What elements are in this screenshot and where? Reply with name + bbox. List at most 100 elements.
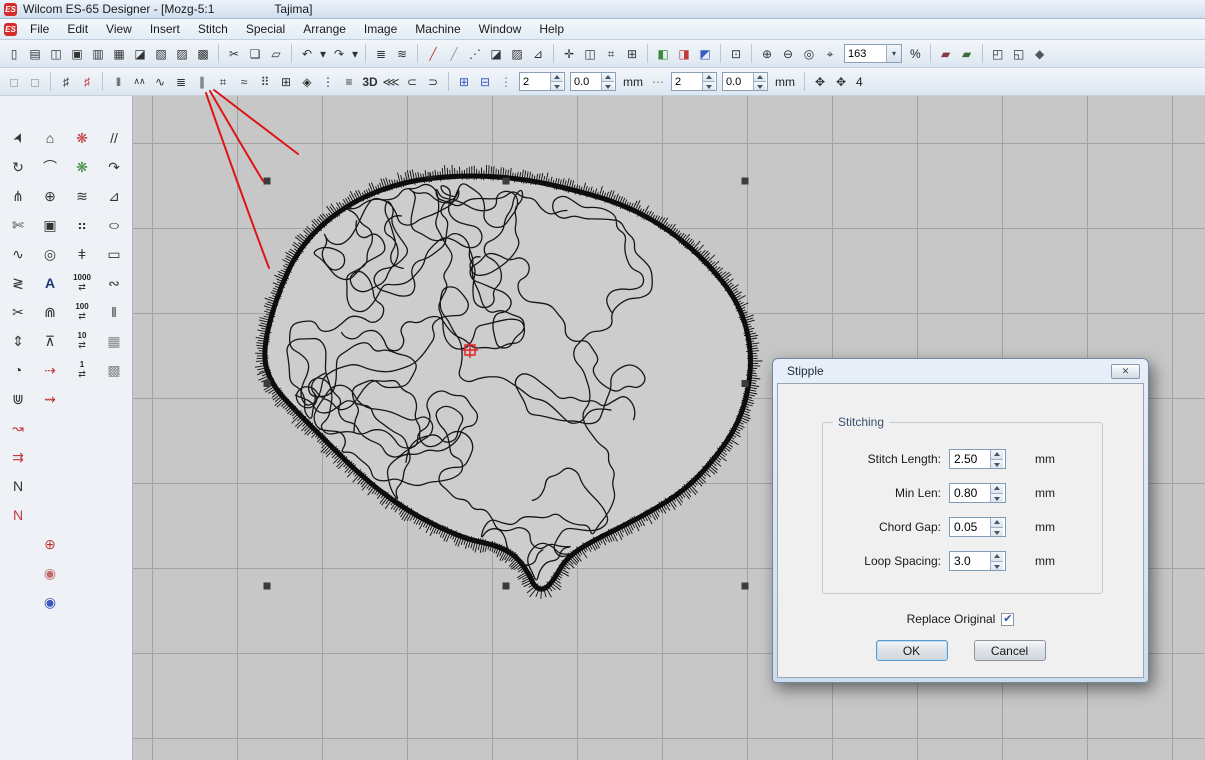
frame-next-icon[interactable]: ◻ [25, 71, 45, 92]
fill-white-icon[interactable]: ╱ [444, 43, 464, 64]
show-hoop-icon[interactable]: ◆ [1030, 43, 1050, 64]
loop-spacing-field-spin-down-icon[interactable] [991, 561, 1003, 571]
cut-icon[interactable]: ✂ [224, 43, 244, 64]
dots-digitize-tool[interactable]: ⠶ [66, 211, 98, 238]
menu-view[interactable]: View [97, 20, 141, 38]
fill-contour-icon[interactable]: ◪ [486, 43, 506, 64]
menu-window[interactable]: Window [470, 20, 531, 38]
dome-tool[interactable]: ⌒ [34, 153, 66, 180]
star-fill-icon[interactable]: ⊂ [402, 71, 422, 92]
min-len-field-input[interactable] [950, 484, 990, 502]
slow-redraw-icon[interactable]: ≋ [392, 43, 412, 64]
chord-gap-field-spin-up-icon[interactable] [991, 518, 1003, 527]
stitch-1-tool[interactable]: 1⇄ [66, 356, 98, 383]
stitch-10-tool[interactable]: 10⇄ [66, 327, 98, 354]
grid-show-icon[interactable]: ⊟ [475, 71, 495, 92]
needle-in-icon[interactable]: ♯ [56, 71, 76, 92]
zoom-out-icon[interactable]: ⊖ [778, 43, 798, 64]
offset-field[interactable] [570, 72, 616, 91]
open-icon[interactable]: ▤ [25, 43, 45, 64]
export-icon[interactable]: ◪ [130, 43, 150, 64]
shoe-tool[interactable]: ∾ [98, 269, 130, 296]
jump-red-tool[interactable]: N [2, 501, 34, 528]
gap-field-spin-down-icon[interactable] [754, 81, 766, 90]
grid-fill-icon[interactable]: ⊞ [622, 43, 642, 64]
stitch-1000-tool[interactable]: 1000⇄ [66, 269, 98, 296]
image-blue-icon[interactable]: ◩ [695, 43, 715, 64]
stamp-tool[interactable]: ▣ [34, 211, 66, 238]
fill-step-icon[interactable]: ⊿ [528, 43, 548, 64]
paste-icon[interactable]: ▱ [266, 43, 286, 64]
outline-plus-icon[interactable]: ✛ [559, 43, 579, 64]
nudge-field-spin-up-icon[interactable] [551, 73, 563, 81]
pan-alt-icon[interactable]: ✥ [831, 71, 851, 92]
petal-tool[interactable]: ⋓ [2, 385, 34, 412]
gap-field[interactable] [722, 72, 768, 91]
zoom-window-icon[interactable]: ◎ [799, 43, 819, 64]
program-split-icon[interactable]: ⌗ [213, 71, 233, 92]
loop-spacing-field-spin-up-icon[interactable] [991, 552, 1003, 561]
dialog-title-bar[interactable]: Stipple ✕ [777, 359, 1144, 383]
properties-icon[interactable]: ▩ [193, 43, 213, 64]
target-tool[interactable]: ◉ [34, 559, 66, 586]
copy-icon[interactable]: ❏ [245, 43, 265, 64]
ring-fill-icon[interactable]: ⊃ [423, 71, 443, 92]
motif-fill-icon[interactable]: ≈ [234, 71, 254, 92]
dots-icon[interactable]: ⋮ [496, 71, 516, 92]
wave-tool[interactable]: ≷ [2, 269, 34, 296]
menu-insert[interactable]: Insert [141, 20, 189, 38]
chord-gap-field-input[interactable] [950, 518, 990, 536]
loop-spacing-field-input[interactable] [950, 552, 990, 570]
globe-tool[interactable]: ⊕ [34, 182, 66, 209]
target-plus-tool[interactable]: ⊕ [34, 530, 66, 557]
print-preview-icon[interactable]: ▦ [109, 43, 129, 64]
menu-help[interactable]: Help [530, 20, 573, 38]
stitch-arrow-b-tool[interactable]: ↝ [2, 414, 34, 441]
column-stitch-icon[interactable]: ⋮ [318, 71, 338, 92]
stitch-player-icon[interactable]: ≣ [371, 43, 391, 64]
rectangle-tool[interactable]: ▭ [98, 240, 130, 267]
print-icon[interactable]: ▥ [88, 43, 108, 64]
stitch-arrow-a-tool[interactable]: ⇝ [34, 385, 66, 412]
motif-run-icon[interactable]: ∿ [150, 71, 170, 92]
flexi-split-icon[interactable]: ≡ [339, 71, 359, 92]
nudge-field[interactable] [519, 72, 565, 91]
design-workflow-icon[interactable]: ▨ [172, 43, 192, 64]
replace-original-checkbox[interactable]: ✔ [1001, 613, 1014, 626]
min-len-field[interactable] [949, 483, 1006, 503]
stitch-length-field-input[interactable] [950, 450, 990, 468]
fill-dot-icon[interactable]: ⋰ [465, 43, 485, 64]
count-field-spin-down-icon[interactable] [703, 81, 715, 90]
jump-tool[interactable]: N [2, 472, 34, 499]
save-icon[interactable]: ◫ [46, 43, 66, 64]
count-field-input[interactable] [672, 73, 702, 90]
select-tool[interactable]: ➤ [2, 124, 34, 151]
offset-field-spin-up-icon[interactable] [602, 73, 614, 81]
menu-image[interactable]: Image [355, 20, 406, 38]
grid-snap-icon[interactable]: ⊞ [454, 71, 474, 92]
flag-tool[interactable]: ⊿ [98, 182, 130, 209]
arc-tool[interactable]: ↷ [98, 153, 130, 180]
reshape-tool[interactable]: ↻ [2, 153, 34, 180]
min-len-field-spin-down-icon[interactable] [991, 493, 1003, 503]
ok-button[interactable]: OK [876, 640, 948, 661]
menu-file[interactable]: File [21, 20, 58, 38]
pan-icon[interactable]: ✥ [810, 71, 830, 92]
outline-box-icon[interactable]: ◫ [580, 43, 600, 64]
column-tool[interactable]: ‖ [98, 298, 130, 325]
show-rulers-icon[interactable]: ◱ [1009, 43, 1029, 64]
chord-gap-field[interactable] [949, 517, 1006, 537]
scissors-tool[interactable]: ✂ [2, 298, 34, 325]
cross-fill-icon[interactable]: ⊞ [276, 71, 296, 92]
zoom-in-icon[interactable]: ⊕ [757, 43, 777, 64]
undo-dropdown-icon[interactable]: ▾ [318, 43, 328, 64]
trapunto-icon[interactable]: ⋘ [381, 71, 401, 92]
stipple-fill-icon[interactable]: ⠿ [255, 71, 275, 92]
knife-tool[interactable]: ✄ [2, 211, 34, 238]
cancel-button[interactable]: Cancel [974, 640, 1046, 661]
fan-tool[interactable]: ◔ [2, 356, 34, 383]
satin-band-tool[interactable]: ≋ [66, 182, 98, 209]
menu-edit[interactable]: Edit [58, 20, 97, 38]
branch-tool[interactable]: ⋔ [2, 182, 34, 209]
gap-field-input[interactable] [723, 73, 753, 90]
